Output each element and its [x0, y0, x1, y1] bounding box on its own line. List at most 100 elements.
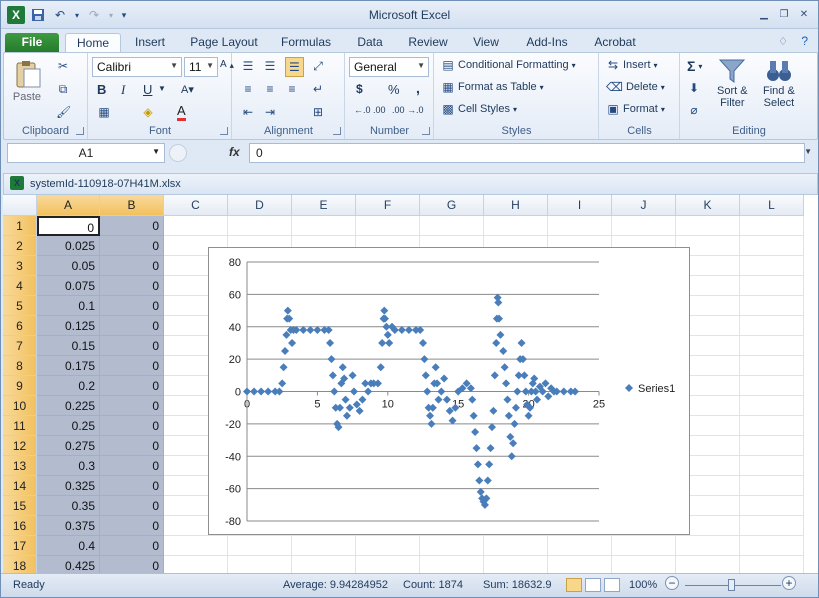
cell-b[interactable]: 0	[100, 236, 164, 256]
cell-empty[interactable]	[548, 216, 612, 236]
tab-add-ins[interactable]: Add-Ins	[519, 33, 575, 53]
alignment-launcher-icon[interactable]	[333, 127, 341, 135]
cell-empty[interactable]	[740, 236, 804, 256]
merge-center-icon[interactable]: ⊞	[311, 105, 325, 119]
cell-empty[interactable]	[612, 556, 676, 573]
cell-b[interactable]: 0	[100, 436, 164, 456]
name-box[interactable]: A1 ▼	[7, 143, 165, 163]
paste-button[interactable]: Paste	[12, 59, 42, 103]
cell-a[interactable]: 0.1	[37, 296, 100, 316]
align-left-icon[interactable]: ≡	[241, 82, 255, 96]
row-header[interactable]: 4	[3, 276, 37, 296]
scatter-chart[interactable]: 806040200-20-40-60-800510152025Series1	[208, 247, 690, 535]
row-header[interactable]: 15	[3, 496, 37, 516]
cell-empty[interactable]	[612, 216, 676, 236]
cell-empty[interactable]	[228, 216, 292, 236]
row-header[interactable]: 18	[3, 556, 37, 573]
increase-decimal-button[interactable]: ←.0 .00	[354, 105, 386, 115]
zoom-out-button[interactable]: −	[665, 576, 679, 590]
cell-b[interactable]: 0	[100, 416, 164, 436]
align-middle-icon[interactable]: ☰	[263, 59, 277, 73]
page-break-view-icon[interactable]	[604, 578, 620, 592]
cell-empty[interactable]	[484, 556, 548, 573]
cell-a[interactable]: 0.125	[37, 316, 100, 336]
row-header[interactable]: 14	[3, 476, 37, 496]
fill-color-icon[interactable]: ◈	[141, 105, 155, 119]
copy-icon[interactable]: ⧉	[56, 82, 70, 97]
cell-b[interactable]: 0	[100, 216, 164, 236]
format-cells-button[interactable]: ▣ Format ▾	[606, 102, 665, 116]
tab-view[interactable]: View	[463, 33, 509, 53]
expand-formula-icon[interactable]: ▼	[804, 147, 812, 156]
cell-empty[interactable]	[740, 276, 804, 296]
column-header[interactable]: A	[37, 195, 100, 216]
cell-empty[interactable]	[164, 216, 228, 236]
tab-acrobat[interactable]: Acrobat	[585, 33, 645, 53]
column-header[interactable]: D	[228, 195, 292, 216]
sort-filter-button[interactable]: Sort & Filter	[717, 57, 748, 109]
row-header[interactable]: 11	[3, 416, 37, 436]
cell-empty[interactable]	[548, 556, 612, 573]
close-icon[interactable]: ✕	[796, 7, 812, 21]
cell-empty[interactable]	[484, 216, 548, 236]
cell-b[interactable]: 0	[100, 556, 164, 573]
cell-b[interactable]: 0	[100, 396, 164, 416]
find-select-button[interactable]: Find & Select	[763, 57, 795, 109]
cell-empty[interactable]	[740, 536, 804, 556]
cell-empty[interactable]	[740, 336, 804, 356]
cell-empty[interactable]	[740, 476, 804, 496]
font-name-combo[interactable]: Calibri ▼	[92, 57, 182, 77]
cell-a[interactable]: 0.425	[37, 556, 100, 573]
tab-data[interactable]: Data	[348, 33, 392, 53]
cell-empty[interactable]	[740, 216, 804, 236]
tab-formulas[interactable]: Formulas	[275, 33, 337, 53]
currency-button[interactable]: $	[356, 82, 363, 96]
column-header[interactable]: E	[292, 195, 356, 216]
bold-button[interactable]: B	[97, 82, 106, 97]
column-header[interactable]: B	[100, 195, 164, 216]
column-header[interactable]: J	[612, 195, 676, 216]
row-header[interactable]: 7	[3, 336, 37, 356]
cell-b[interactable]: 0	[100, 336, 164, 356]
column-header[interactable]: G	[420, 195, 484, 216]
wrap-text-icon[interactable]: ↵	[311, 82, 325, 96]
cell-empty[interactable]	[356, 216, 420, 236]
zoom-slider-thumb[interactable]	[728, 579, 735, 591]
tab-page-layout[interactable]: Page Layout	[186, 33, 262, 53]
cell-empty[interactable]	[356, 556, 420, 573]
conditional-formatting-button[interactable]: ▤ Conditional Formatting ▾	[441, 58, 575, 72]
cell-a[interactable]: 0.175	[37, 356, 100, 376]
cell-empty[interactable]	[164, 536, 228, 556]
cell-a[interactable]: 0.025	[37, 236, 100, 256]
insert-cells-button[interactable]: ⇆ Insert ▾	[606, 58, 658, 72]
row-header[interactable]: 13	[3, 456, 37, 476]
cell-a[interactable]: 0.275	[37, 436, 100, 456]
cell-b[interactable]: 0	[100, 516, 164, 536]
cell-a[interactable]: 0	[37, 216, 100, 236]
grow-font-icon[interactable]: A ▴	[220, 59, 234, 70]
shrink-font-icon[interactable]: A▾	[181, 83, 194, 96]
decrease-decimal-button[interactable]: .00 →.0	[392, 105, 424, 115]
row-header[interactable]: 8	[3, 356, 37, 376]
cell-empty[interactable]	[740, 416, 804, 436]
clear-icon[interactable]: ⌀	[687, 103, 701, 117]
align-center-icon[interactable]: ≡	[263, 82, 277, 96]
column-header[interactable]: I	[548, 195, 612, 216]
cell-empty[interactable]	[740, 516, 804, 536]
column-header[interactable]: K	[676, 195, 740, 216]
cell-empty[interactable]	[292, 216, 356, 236]
cell-b[interactable]: 0	[100, 456, 164, 476]
cell-empty[interactable]	[740, 356, 804, 376]
cell-empty[interactable]	[612, 536, 676, 556]
align-bottom-icon[interactable]: ☰	[285, 57, 304, 77]
percent-button[interactable]: %	[388, 82, 400, 97]
cell-empty[interactable]	[740, 296, 804, 316]
cell-styles-button[interactable]: ▩ Cell Styles ▾	[441, 102, 517, 116]
zoom-level[interactable]: 100%	[629, 579, 657, 591]
delete-cells-button[interactable]: ⌫ Delete ▾	[606, 80, 665, 94]
column-header[interactable]: F	[356, 195, 420, 216]
normal-view-icon[interactable]	[566, 578, 582, 592]
cell-empty[interactable]	[292, 556, 356, 573]
cell-empty[interactable]	[356, 536, 420, 556]
clipboard-launcher-icon[interactable]	[76, 127, 84, 135]
